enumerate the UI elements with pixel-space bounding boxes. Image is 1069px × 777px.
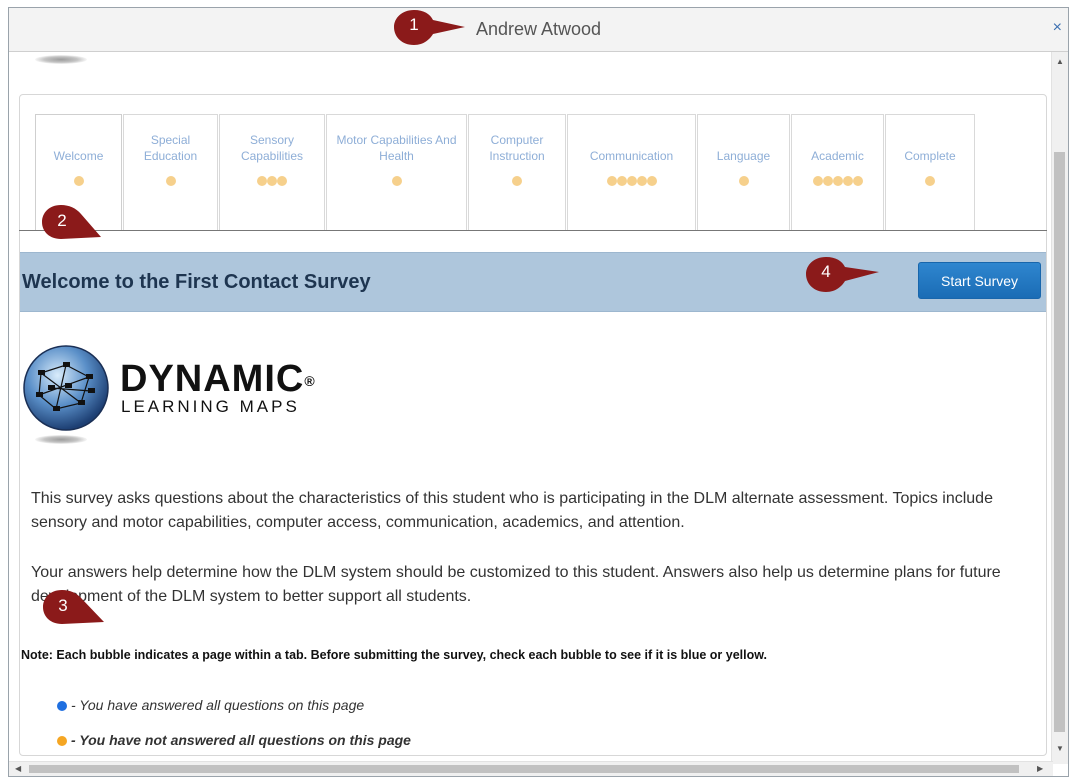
close-icon[interactable]: ×	[1053, 19, 1062, 37]
title-bar: Andrew Atwood ×	[9, 8, 1068, 52]
page-bubbles	[698, 176, 789, 187]
tab-academic[interactable]: Academic	[791, 114, 884, 231]
vertical-scroll-thumb[interactable]	[1054, 152, 1065, 732]
tab-label: Motor Capabilities And Health	[336, 133, 457, 163]
legend-not-answered: - You have not answered all questions on…	[57, 732, 411, 748]
page-bubble[interactable]	[73, 176, 84, 186]
page-bubbles	[792, 176, 883, 187]
tab-label: Academic	[811, 149, 864, 163]
callout-marker-3: 3	[42, 586, 122, 628]
horizontal-scroll-thumb[interactable]	[29, 765, 1019, 773]
tab-label: Language	[716, 149, 771, 163]
page-bubbles	[36, 176, 121, 187]
scroll-down-icon[interactable]: ▼	[1056, 744, 1064, 753]
page-bubble[interactable]	[512, 176, 522, 186]
tab-label: Complete	[904, 149, 956, 163]
banner-title: Welcome to the First Contact Survey	[22, 271, 371, 293]
answers-paragraph: Your answers help determine how the DLM …	[31, 564, 1001, 605]
tab-label: Sensory Capabilities	[240, 133, 304, 163]
marker-number: 3	[58, 596, 68, 615]
logo-subtitle: LEARNING MAPS	[121, 397, 300, 416]
tab-computer-instruction[interactable]: Computer Instruction	[468, 114, 566, 231]
page-bubble[interactable]	[852, 176, 863, 186]
page-bubble[interactable]	[925, 176, 935, 186]
welcome-banner: Welcome to the First Contact Survey Star…	[20, 252, 1046, 312]
callout-marker-4: 4	[805, 253, 885, 295]
tab-label: Computer Instruction	[489, 133, 545, 163]
page-bubble[interactable]	[812, 176, 823, 186]
tab-label: Special Education	[143, 133, 198, 163]
window-title: Andrew Atwood	[475, 19, 602, 39]
start-survey-button[interactable]: Start Survey	[918, 262, 1041, 299]
page-bubbles	[568, 176, 695, 187]
tab-special-education[interactable]: Special Education	[123, 114, 218, 231]
page-bubble[interactable]	[391, 176, 402, 186]
callout-marker-2: 2	[41, 201, 121, 243]
logo-word: DYNAMIC	[120, 358, 305, 400]
page-bubble[interactable]	[832, 176, 843, 186]
page-bubbles	[327, 176, 466, 187]
marker-number: 1	[409, 15, 419, 34]
page-bubble[interactable]	[277, 176, 287, 186]
legend-not-answered-text: - You have not answered all questions on…	[71, 732, 411, 748]
marker-number: 2	[57, 211, 67, 230]
marker-number: 4	[821, 262, 831, 281]
registered-mark: ®	[304, 373, 316, 389]
intro-paragraph: This survey asks questions about the cha…	[31, 490, 993, 531]
page-bubble[interactable]	[165, 176, 176, 186]
logo-wordmark: DYNAMIC®	[120, 360, 316, 398]
legend-answered: - You have answered all questions on thi…	[57, 697, 364, 713]
tab-divider	[19, 230, 1047, 231]
page-bubble[interactable]	[257, 176, 267, 186]
scroll-right-icon[interactable]: ▶	[1037, 764, 1043, 773]
blue-bubble-icon	[57, 701, 67, 712]
page-bubble[interactable]	[616, 176, 627, 186]
legend-answered-text: - You have answered all questions on thi…	[71, 697, 365, 713]
page-bubble[interactable]	[646, 176, 657, 186]
tab-motor-capabilities[interactable]: Motor Capabilities And Health	[326, 114, 467, 231]
page-bubble[interactable]	[626, 176, 637, 186]
tab-language[interactable]: Language	[697, 114, 790, 231]
survey-window: Andrew Atwood × ▲ ▼ ◀ ▶ Welcome Special …	[8, 7, 1069, 777]
page-bubble[interactable]	[267, 176, 277, 186]
orange-bubble-icon	[57, 736, 67, 747]
scroll-left-icon[interactable]: ◀	[15, 764, 21, 773]
callout-marker-1: 1	[393, 8, 473, 48]
tab-sensory-capabilities[interactable]: Sensory Capabilities	[219, 114, 325, 231]
dlm-globe-logo-icon	[23, 345, 109, 431]
page-bubble[interactable]	[842, 176, 853, 186]
tab-complete[interactable]: Complete	[885, 114, 975, 231]
page-bubbles	[124, 176, 217, 187]
bubble-note: Note: Each bubble indicates a page withi…	[21, 648, 767, 662]
tab-label: Communication	[589, 149, 674, 163]
page-bubbles	[886, 176, 974, 187]
scroll-up-icon[interactable]: ▲	[1056, 57, 1064, 66]
vertical-scrollbar[interactable]: ▲ ▼	[1051, 52, 1068, 764]
page-bubble[interactable]	[738, 176, 749, 186]
page-bubble[interactable]	[822, 176, 833, 186]
blurred-avatar	[35, 55, 87, 64]
tab-label: Welcome	[53, 149, 104, 163]
tab-communication[interactable]: Communication	[567, 114, 696, 231]
page-bubbles	[220, 176, 324, 187]
blurred-image	[35, 435, 87, 444]
page-bubble[interactable]	[636, 176, 647, 186]
horizontal-scrollbar[interactable]: ◀ ▶	[9, 761, 1053, 776]
page-bubble[interactable]	[606, 176, 617, 186]
page-bubbles	[469, 176, 565, 187]
